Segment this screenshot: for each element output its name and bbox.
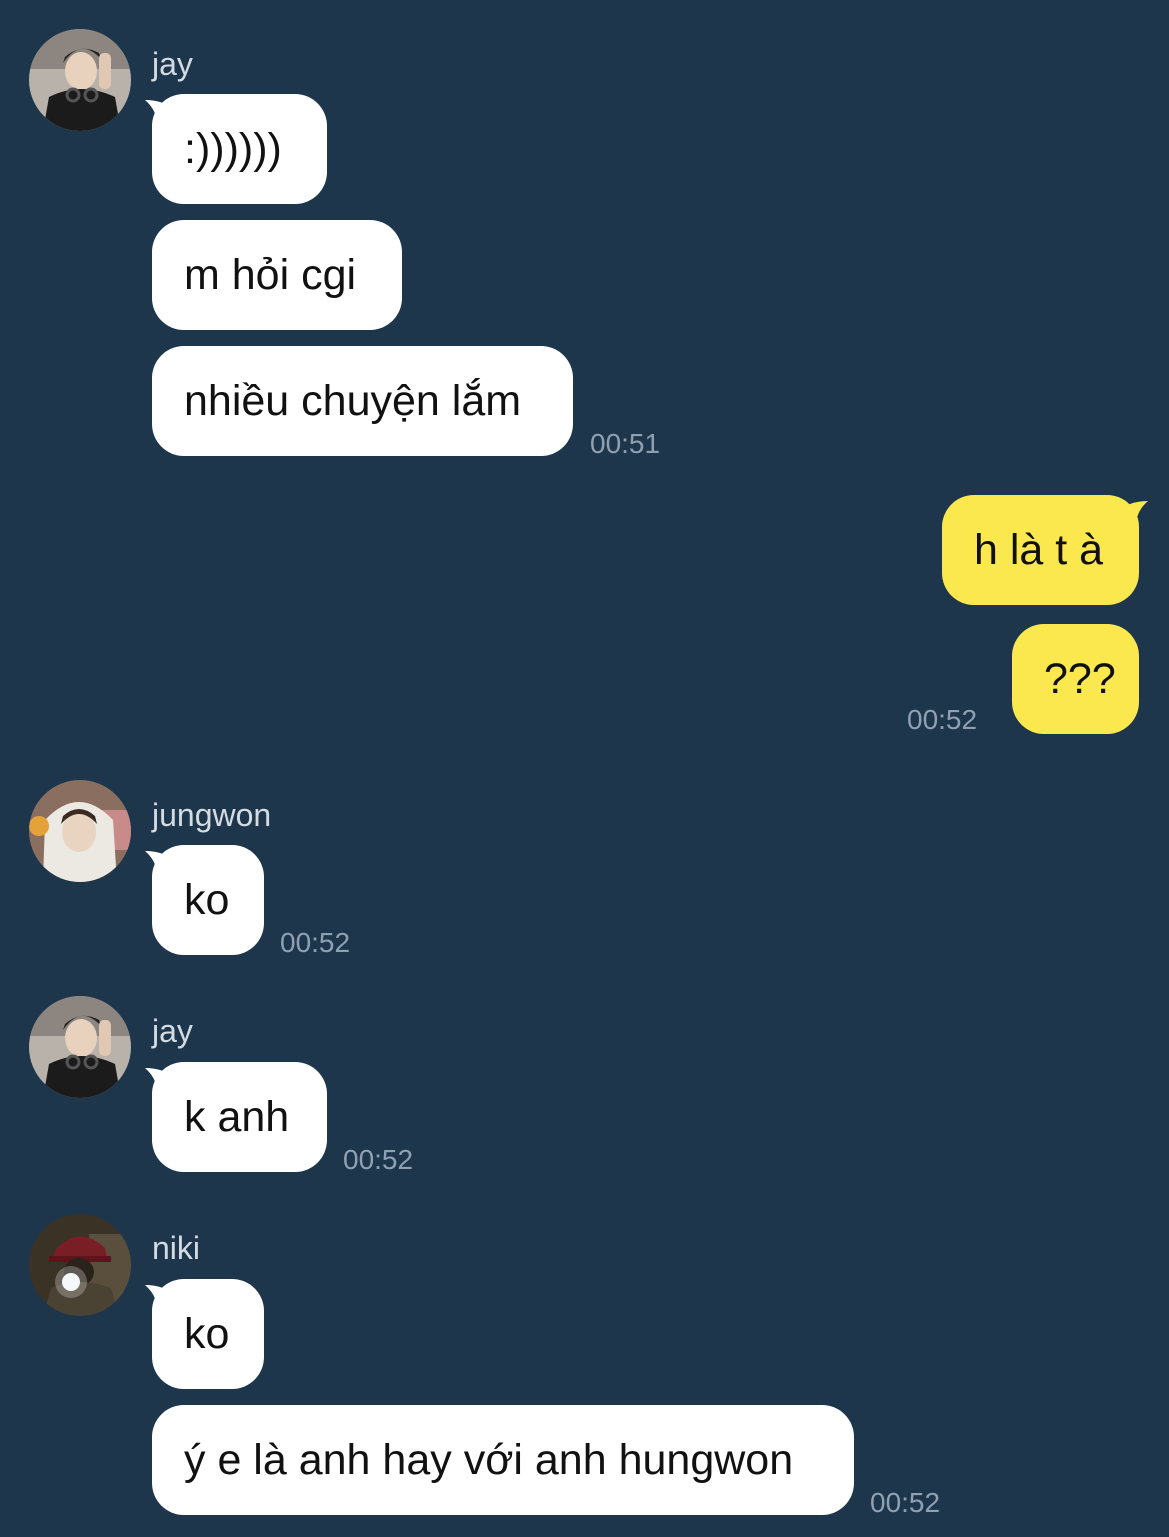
message-bubble[interactable]: :)))))) (152, 94, 327, 204)
niki-avatar-icon[interactable] (29, 1214, 131, 1316)
sender-name: jungwon (152, 797, 272, 833)
message-text: k anh (184, 1092, 290, 1141)
message-text: :)))))) (184, 124, 282, 173)
message-timestamp: 00:52 (870, 1487, 941, 1518)
message-text: ko (184, 875, 230, 924)
message-bubble[interactable]: ko (152, 1279, 264, 1389)
message-bubble[interactable]: ý e là anh hay với anh hungwon (152, 1405, 854, 1515)
message-text: m hỏi cgi (184, 250, 357, 299)
message-text: h là t à (974, 525, 1104, 574)
sender-name: jay (152, 1013, 193, 1049)
sender-name: jay (152, 46, 193, 82)
message-text: ??? (1044, 654, 1116, 703)
message-timestamp: 00:52 (343, 1144, 414, 1175)
sender-name: niki (152, 1230, 201, 1266)
jungwon-avatar-icon[interactable] (29, 780, 131, 882)
message-bubble[interactable]: m hỏi cgi (152, 220, 402, 330)
message-text: ý e là anh hay với anh hungwon (184, 1435, 794, 1484)
message-text: ko (184, 1309, 230, 1358)
message-bubble[interactable]: ??? (1012, 624, 1139, 734)
message-bubble[interactable]: h là t à (942, 495, 1139, 605)
jay-avatar-icon[interactable] (29, 996, 131, 1098)
message-text: nhiều chuyện lắm (184, 376, 522, 425)
message-bubble[interactable]: ko (152, 845, 264, 955)
jay-avatar-icon[interactable] (29, 29, 131, 131)
message-timestamp: 00:52 (907, 704, 978, 735)
message-timestamp: 00:51 (590, 428, 661, 459)
message-bubble[interactable]: k anh (152, 1062, 327, 1172)
message-bubble[interactable]: nhiều chuyện lắm (152, 346, 573, 456)
message-timestamp: 00:52 (280, 927, 351, 958)
